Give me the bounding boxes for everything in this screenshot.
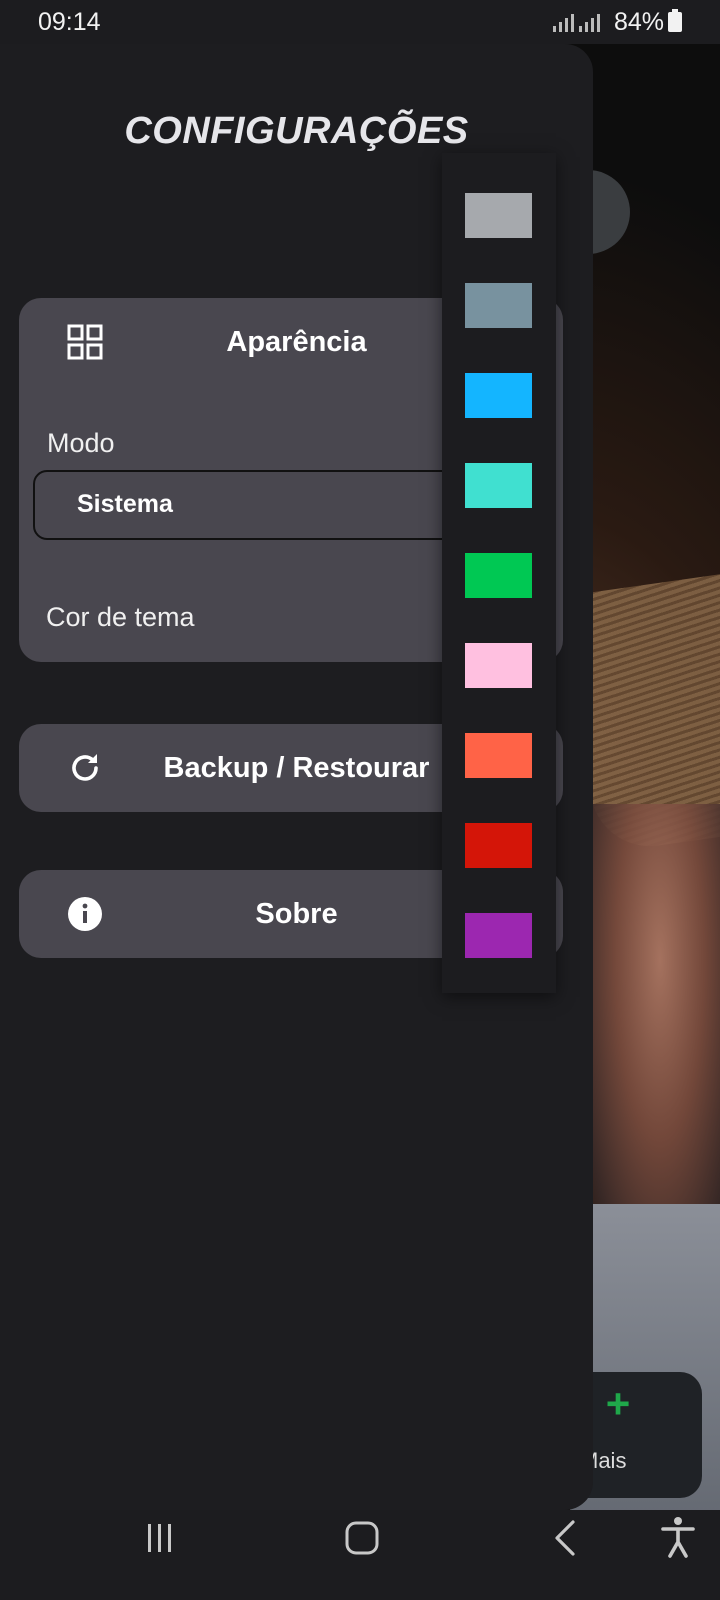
theme-color-option[interactable]: [465, 913, 532, 958]
theme-color-option[interactable]: [465, 463, 532, 508]
drawer-title: CONFIGURAÇÕES: [124, 110, 469, 152]
recents-icon[interactable]: [144, 1522, 176, 1554]
plus-icon: +: [605, 1380, 631, 1427]
theme-color-label: Cor de tema: [46, 602, 195, 632]
theme-color-option[interactable]: [465, 643, 532, 688]
battery-icon: [668, 9, 682, 32]
home-icon[interactable]: [344, 1520, 380, 1556]
mode-label: Modo: [47, 428, 115, 458]
mode-select[interactable]: Sistema: [33, 470, 513, 540]
theme-color-option[interactable]: [465, 823, 532, 868]
status-time: 09:14: [38, 8, 101, 36]
theme-color-option[interactable]: [465, 373, 532, 418]
signal-icon: [579, 12, 600, 32]
accessibility-icon[interactable]: [660, 1516, 696, 1558]
theme-color-option[interactable]: [465, 553, 532, 598]
system-nav-bar: [0, 1510, 720, 1600]
back-icon[interactable]: [553, 1520, 577, 1556]
theme-color-option[interactable]: [465, 193, 532, 238]
theme-color-option[interactable]: [465, 283, 532, 328]
signal-icon: [553, 12, 574, 32]
battery-level: 84%: [614, 8, 665, 36]
theme-color-option[interactable]: [465, 733, 532, 778]
mode-select-value: Sistema: [77, 490, 173, 518]
status-bar: 09:14 84%: [0, 0, 720, 44]
theme-color-dropdown: [442, 153, 556, 993]
